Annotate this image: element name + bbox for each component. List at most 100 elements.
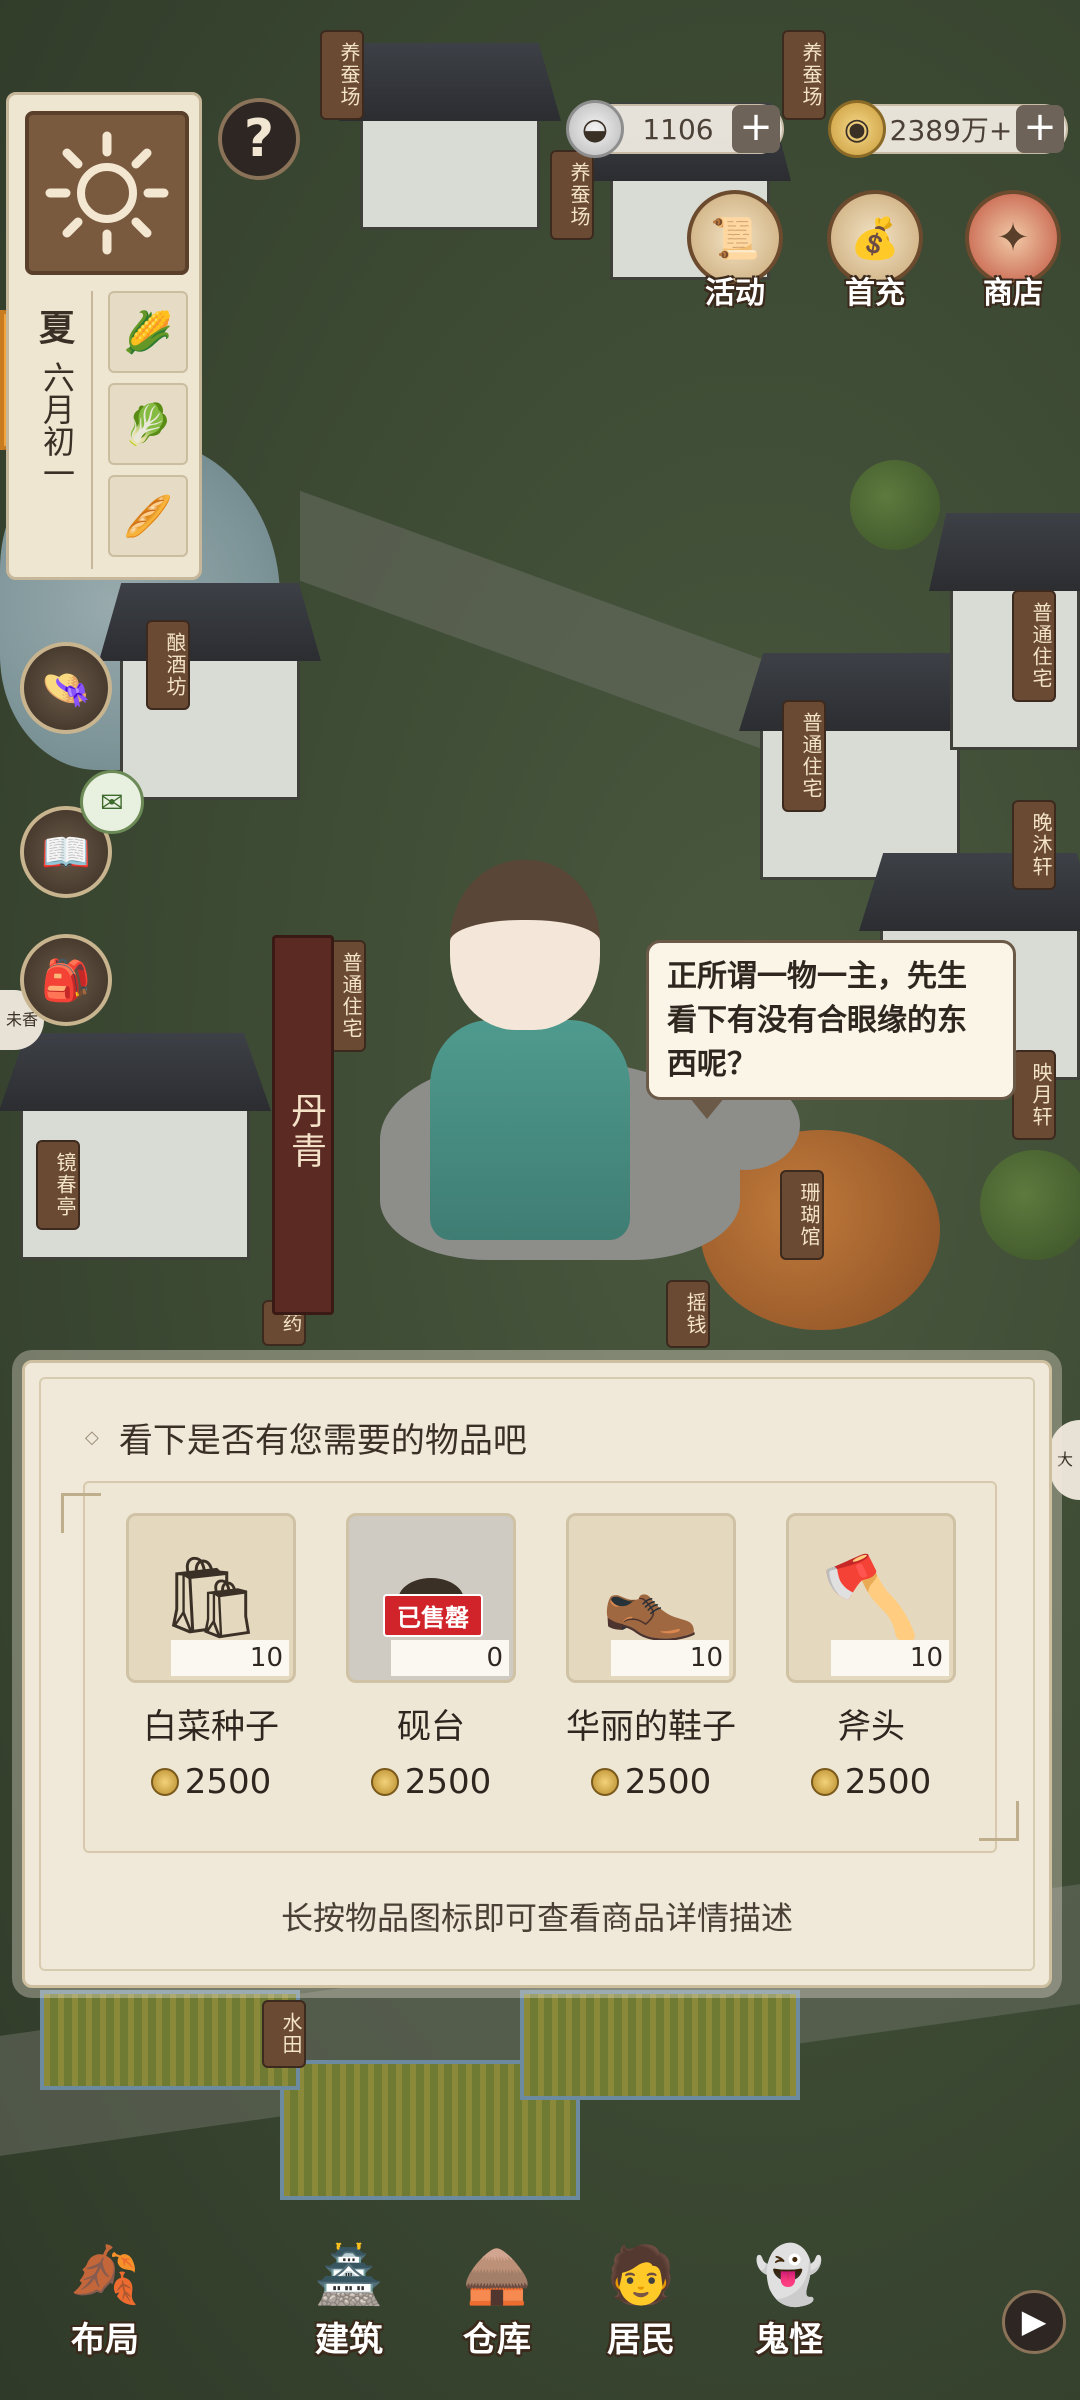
building-label[interactable]: 普通住宅: [1012, 590, 1056, 702]
gold-value: 2389万+: [889, 114, 1013, 147]
building-label[interactable]: 养蚕场: [550, 150, 594, 240]
gold-currency: ◉ 2389万+ +: [828, 100, 1068, 158]
item-price: 2500: [121, 1762, 301, 1802]
first-recharge-button[interactable]: 💰 首充: [820, 190, 930, 311]
ghost-icon: 👻: [754, 2243, 824, 2308]
help-button[interactable]: ?: [218, 98, 300, 180]
building-label[interactable]: 镜春亭: [36, 1140, 80, 1230]
item-count: 10: [611, 1640, 729, 1676]
shop-button[interactable]: ✦ 商店: [958, 190, 1068, 311]
price-value: 2500: [624, 1762, 712, 1802]
expand-arrow-icon[interactable]: ▶: [1002, 2290, 1066, 2354]
npc-name-plate: 丹青: [272, 935, 334, 1315]
price-value: 2500: [404, 1762, 492, 1802]
weather-sun-icon: [25, 111, 189, 275]
item-name: 砚台: [397, 1707, 465, 1747]
building-label[interactable]: 养蚕场: [782, 30, 826, 120]
add-gold-button[interactable]: +: [1016, 105, 1064, 153]
item-name: 华丽的鞋子: [566, 1707, 736, 1747]
nav-ghosts-label: 鬼怪: [755, 2320, 823, 2360]
bread-icon[interactable]: 🥖: [108, 475, 188, 557]
shop-panel: ◇ 看下是否有您需要的物品吧 🛍 10 白菜种子 2500 ⬬ 已售罄 0 砚台…: [22, 1360, 1052, 1988]
shop-item[interactable]: 👞 10 华丽的鞋子 2500: [561, 1513, 741, 1802]
coin-icon: [150, 1768, 179, 1796]
sold-out-stamp: 已售罄: [383, 1594, 483, 1637]
building-house[interactable]: [360, 110, 540, 230]
nav-residents[interactable]: 🧑 居民: [576, 2230, 706, 2380]
tree: [980, 1150, 1080, 1260]
building-label[interactable]: 水田: [262, 2000, 306, 2068]
farmer-avatar-button[interactable]: 👒: [20, 642, 112, 734]
paddy-field[interactable]: [40, 1990, 300, 2090]
item-price: 2500: [781, 1762, 961, 1802]
building-label[interactable]: 晚沐轩: [1012, 800, 1056, 890]
date-column: 夏 六月初一: [23, 291, 93, 569]
shop-item[interactable]: ⬬ 已售罄 0 砚台 2500: [341, 1513, 521, 1802]
shop-title: 看下是否有您需要的物品吧: [118, 1421, 527, 1461]
price-value: 2500: [844, 1762, 932, 1802]
paddy-field[interactable]: [520, 1990, 800, 2100]
shoes-icon[interactable]: 👞 10: [566, 1513, 736, 1683]
item-count: 10: [171, 1640, 289, 1676]
item-name: 白菜种子: [143, 1707, 279, 1747]
silver-ingot-icon: ◒: [566, 100, 624, 158]
nav-storage-label: 仓库: [463, 2320, 531, 2360]
silver-currency: ◒ 1106 +: [566, 100, 784, 158]
price-value: 2500: [184, 1762, 272, 1802]
corner-ornament: [979, 1801, 1019, 1841]
resident-icon: 🧑: [606, 2243, 676, 2308]
diamond-icon: ◇: [85, 1427, 99, 1448]
building-icon: 🏯: [314, 2243, 384, 2308]
bag-button[interactable]: 🎒: [20, 934, 112, 1026]
shop-hint: 长按物品图标即可查看商品详情描述: [280, 1899, 793, 1937]
activity-label: 活动: [705, 276, 765, 311]
add-silver-button[interactable]: +: [732, 105, 780, 153]
corn-icon[interactable]: 🌽: [108, 291, 188, 373]
task-badge-icon[interactable]: ✉: [80, 770, 144, 834]
calendar-panel[interactable]: 夏 六月初一 🌽 🥬 🥖: [6, 92, 202, 580]
date-label: 六月初一: [38, 361, 76, 489]
tree: [850, 460, 940, 550]
seed-bag-icon[interactable]: 🛍 10: [126, 1513, 296, 1683]
building-label[interactable]: 养蚕场: [320, 30, 364, 120]
season-label: 夏: [38, 308, 75, 349]
scallion-icon[interactable]: 🥬: [108, 383, 188, 465]
nav-layout-label: 布局: [71, 2320, 139, 2360]
item-price: 2500: [341, 1762, 521, 1802]
shop-item[interactable]: 🪓 10 斧头 2500: [781, 1513, 961, 1802]
inkstone-icon[interactable]: ⬬ 已售罄 0: [346, 1513, 516, 1683]
item-count: 0: [391, 1640, 509, 1676]
building-label[interactable]: 映月轩: [1012, 1050, 1056, 1140]
corner-ornament: [61, 1493, 101, 1533]
nav-storage[interactable]: 🛖 仓库: [432, 2230, 562, 2380]
storage-icon: 🛖: [462, 2243, 532, 2308]
building-label[interactable]: 酿酒坊: [146, 620, 190, 710]
npc-head: [450, 860, 600, 1030]
shop-items-box: 🛍 10 白菜种子 2500 ⬬ 已售罄 0 砚台 2500 👞 10: [61, 1481, 1019, 1853]
nav-build-label: 建筑: [315, 2320, 383, 2360]
npc-speech-bubble: 正所谓一物一主，先生看下有没有合眼缘的东西呢？: [646, 940, 1016, 1119]
shop-header: ◇ 看下是否有您需要的物品吧: [85, 1413, 527, 1462]
layout-icon: 🍂: [70, 2243, 140, 2308]
building-label[interactable]: 大: [1050, 1420, 1080, 1500]
silver-value: 1106: [642, 112, 714, 146]
copper-coin-icon: ◉: [828, 100, 886, 158]
coin-icon: [590, 1768, 619, 1796]
shop-label: 商店: [983, 276, 1043, 311]
nav-residents-label: 居民: [607, 2320, 675, 2360]
axe-icon[interactable]: 🪓 10: [786, 1513, 956, 1683]
crop-column: 🌽 🥬 🥖: [103, 291, 193, 569]
item-name: 斧头: [837, 1707, 905, 1747]
coin-icon: [810, 1768, 839, 1796]
nav-layout[interactable]: 🍂 布局: [40, 2230, 170, 2380]
nav-ghosts[interactable]: 👻 鬼怪: [724, 2230, 854, 2380]
activity-button[interactable]: 📜 活动: [680, 190, 790, 311]
shop-item[interactable]: 🛍 10 白菜种子 2500: [121, 1513, 301, 1802]
item-count: 10: [831, 1640, 949, 1676]
npc-body: [430, 1020, 630, 1240]
bottom-nav: 🍂 布局 🏯 建筑 🛖 仓库 🧑 居民 👻 鬼怪 ▶: [0, 2220, 1080, 2400]
nav-build[interactable]: 🏯 建筑: [284, 2230, 414, 2380]
coin-icon: [370, 1768, 399, 1796]
item-price: 2500: [561, 1762, 741, 1802]
first-recharge-label: 首充: [845, 276, 905, 311]
